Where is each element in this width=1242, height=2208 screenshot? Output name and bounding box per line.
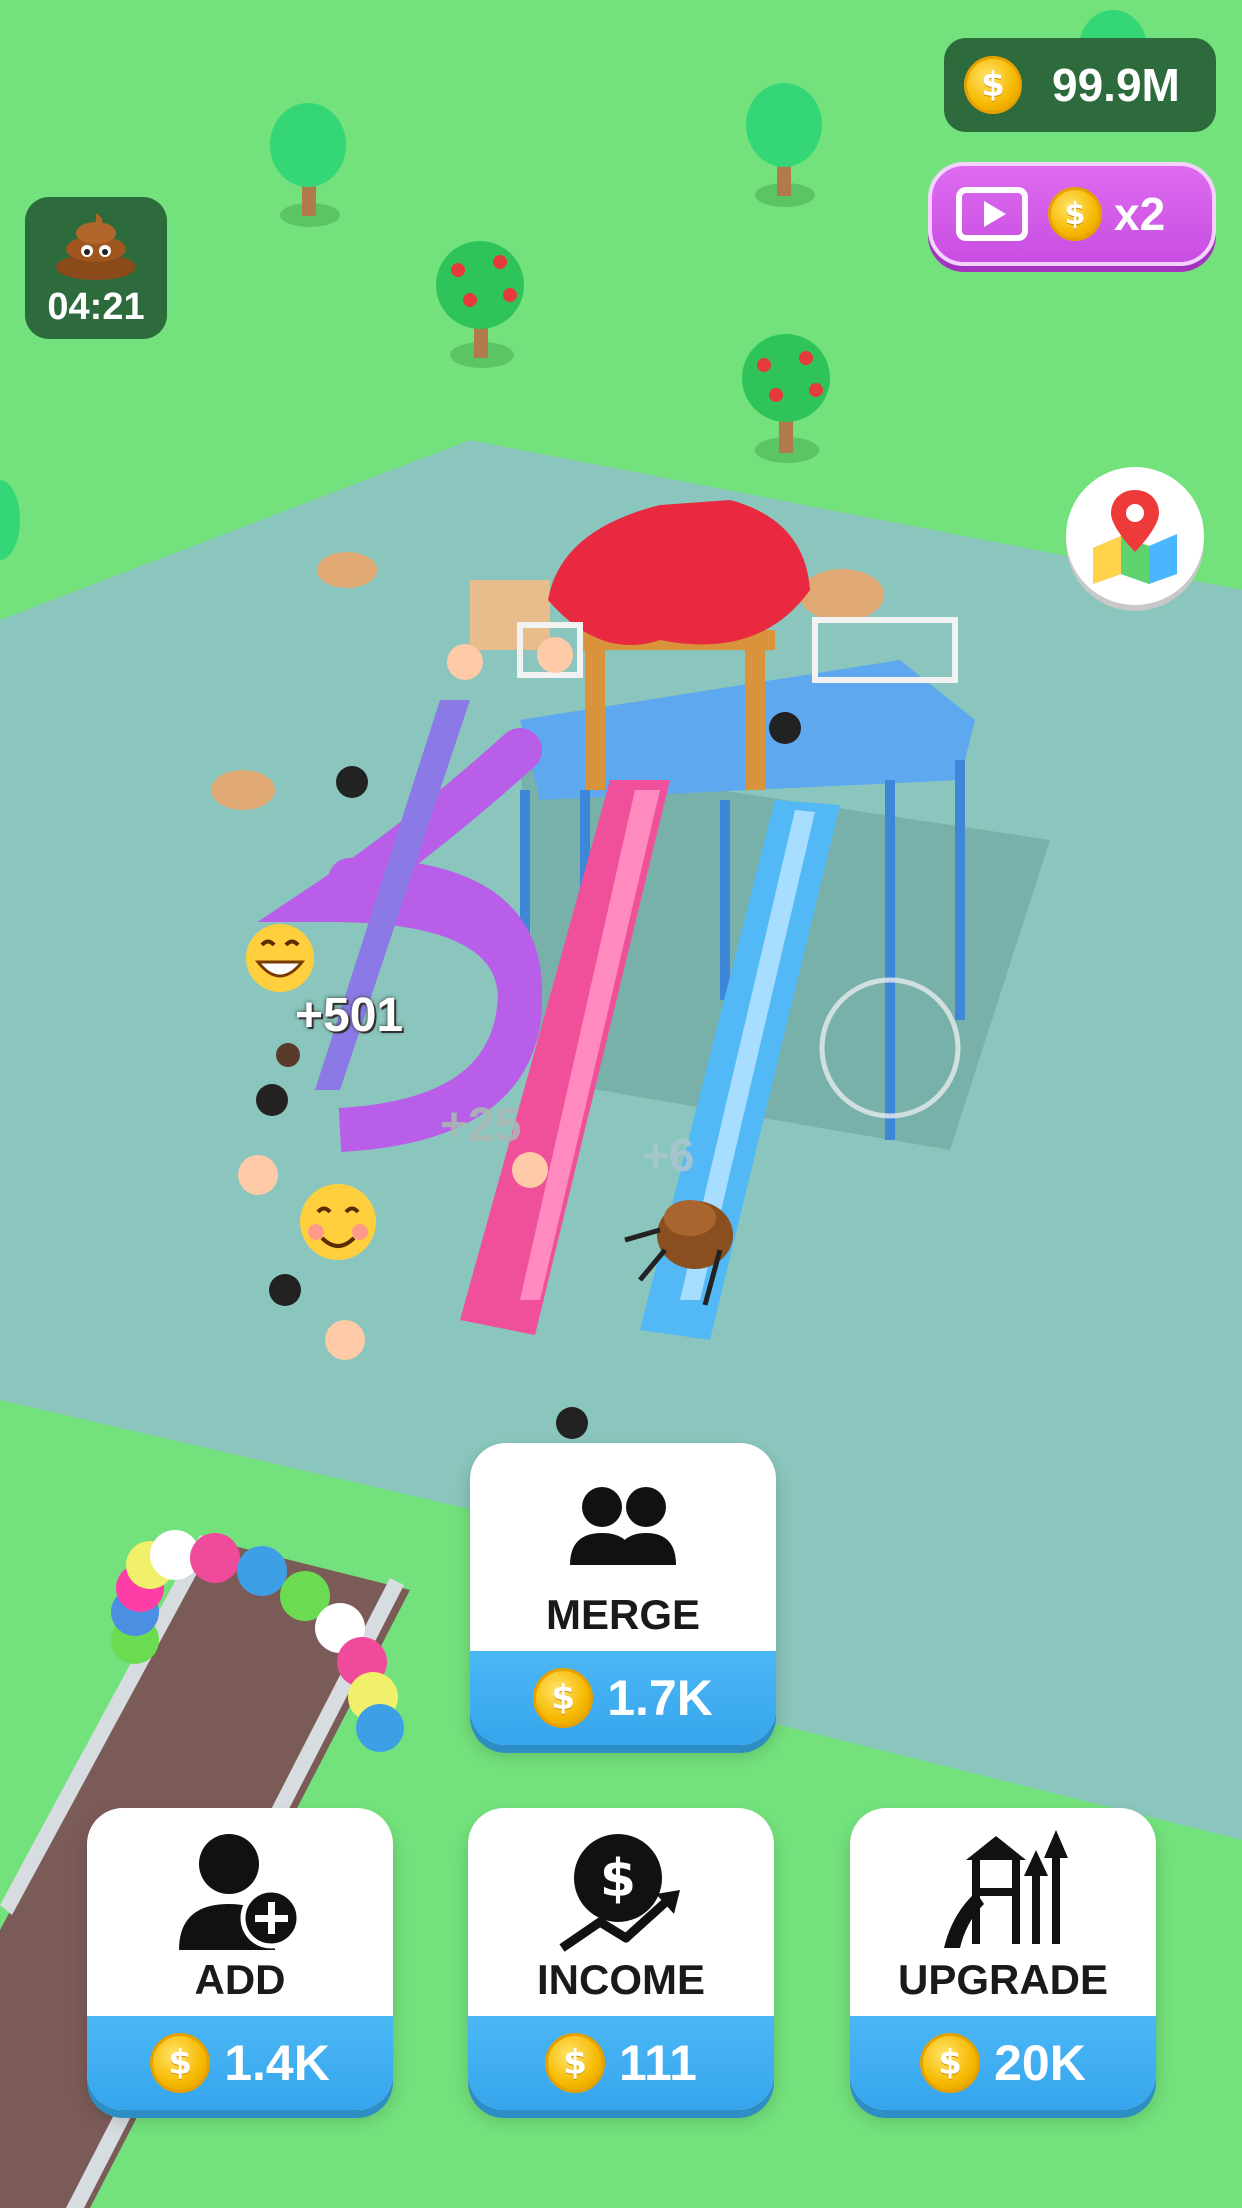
coin-balance-value: 99.9M: [1052, 59, 1180, 111]
add-button[interactable]: ADD $ 1.4K: [87, 1808, 393, 2110]
merge-label: MERGE: [545, 1591, 700, 1638]
upgrade-price-bar: $ 20K: [850, 2016, 1156, 2110]
add-user-icon: [179, 1834, 302, 1950]
income-popup: +501: [295, 989, 404, 1042]
add-price-bar: $ 1.4K: [87, 2016, 393, 2110]
sand-pile: [211, 770, 275, 810]
merge-price-bar: $ 1.7K: [470, 1651, 776, 1745]
grin-emoji: [246, 924, 314, 992]
coin-icon: $: [1048, 187, 1102, 241]
users-icon: [570, 1487, 676, 1565]
income-price-bar: $ 111: [468, 2016, 774, 2110]
map-button[interactable]: [1066, 467, 1204, 605]
map-pin-icon: [1093, 490, 1177, 584]
upgrade-button[interactable]: UPGRADE $ 20K: [850, 1808, 1156, 2110]
sand-castle: [470, 580, 550, 650]
video-play-icon: [956, 187, 1028, 241]
timer-value: 04:21: [47, 286, 145, 328]
dollar-growth-icon: $: [559, 1834, 680, 1952]
income-label: INCOME: [537, 1956, 705, 2003]
coin-icon: $: [150, 2033, 211, 2093]
upgrade-price: 20K: [994, 2035, 1086, 2091]
smile-emoji: [300, 1184, 376, 1260]
multiplier-label: x2: [1114, 188, 1166, 240]
income-price: 111: [619, 2035, 697, 2091]
coin-balance: $ 99.9M: [944, 38, 1216, 132]
income-popup: +6: [642, 1129, 695, 1181]
income-popup: +25: [440, 1099, 522, 1152]
ad-double-coins-button[interactable]: $ x2: [928, 162, 1216, 266]
income-button[interactable]: $ INCOME $ 111: [468, 1808, 774, 2110]
add-label: ADD: [194, 1956, 286, 2003]
sand-pile: [800, 569, 884, 621]
add-price: 1.4K: [224, 2035, 330, 2091]
svg-text:$: $: [600, 1849, 636, 1909]
coin-icon: $: [920, 2033, 981, 2093]
poop-event-timer[interactable]: 04:21: [25, 197, 167, 339]
upgrade-label: UPGRADE: [897, 1956, 1109, 2003]
coin-icon: $: [964, 56, 1022, 114]
playground-upgrade-icon: [944, 1830, 1068, 1948]
coin-icon: $: [545, 2033, 606, 2093]
merge-price: 1.7K: [607, 1670, 713, 1726]
poop-icon: [56, 213, 136, 280]
merge-button[interactable]: MERGE $ 1.7K: [470, 1443, 776, 1745]
coin-icon: $: [533, 1668, 594, 1728]
sand-pile: [317, 552, 377, 588]
